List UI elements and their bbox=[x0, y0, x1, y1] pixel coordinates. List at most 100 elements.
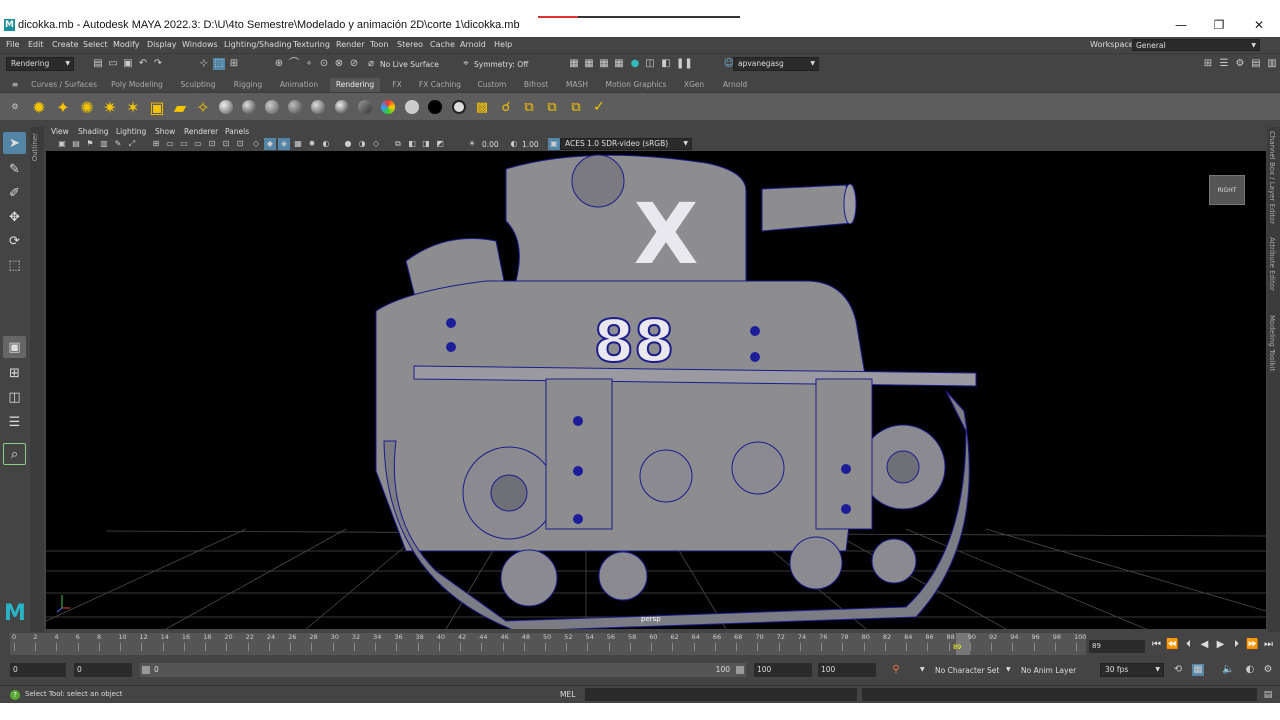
anim-prefs-icon[interactable]: ◐ bbox=[1244, 664, 1256, 676]
paint-select-tool-icon[interactable]: ✐ bbox=[3, 182, 26, 204]
menu-arnold[interactable]: Arnold bbox=[460, 40, 486, 49]
directional-light-icon[interactable]: ✦ bbox=[54, 98, 72, 117]
range-end-handle[interactable] bbox=[736, 666, 744, 674]
viewcube[interactable]: RIGHT bbox=[1209, 175, 1245, 205]
render-sequence-icon[interactable]: ▦ bbox=[583, 58, 595, 70]
render-view-icon[interactable]: ◫ bbox=[644, 58, 656, 70]
tab-mash[interactable]: MASH bbox=[560, 78, 594, 92]
command-language-label[interactable]: MEL bbox=[560, 690, 575, 699]
grid-toggle-icon[interactable]: ⊞ bbox=[150, 138, 162, 150]
tab-custom[interactable]: Custom bbox=[472, 78, 512, 92]
wireframe-icon[interactable]: ◇ bbox=[250, 138, 262, 150]
lasso-tool-icon[interactable]: ✎ bbox=[3, 158, 26, 180]
textured-icon[interactable]: ▦ bbox=[292, 138, 304, 150]
render-layer-icon[interactable]: ⧉ bbox=[520, 98, 538, 116]
safe-action-icon[interactable]: ⊡ bbox=[220, 138, 232, 150]
field-chart-icon[interactable]: ⊡ bbox=[206, 138, 218, 150]
gamma-icon[interactable]: ◐ bbox=[508, 138, 520, 150]
maximize-button[interactable]: ❐ bbox=[1209, 17, 1229, 33]
resolution-gate-icon[interactable]: ▭ bbox=[178, 138, 190, 150]
panel-menu-panels[interactable]: Panels bbox=[225, 127, 249, 136]
user-account-dropdown[interactable]: apvanegasg ▼ bbox=[733, 57, 819, 71]
four-view-layout-icon[interactable]: ⊞ bbox=[3, 362, 26, 384]
select-tool-icon[interactable]: ➤ bbox=[3, 132, 26, 154]
exposure-value[interactable]: 0.00 bbox=[482, 140, 499, 149]
symmetry-icon[interactable]: ⌖ bbox=[460, 58, 472, 70]
camera-aim-icon[interactable]: ▰ bbox=[171, 98, 189, 117]
tab-poly-modeling[interactable]: Poly Modeling bbox=[106, 78, 168, 92]
bookmarks-icon[interactable]: ⚑ bbox=[84, 138, 96, 150]
pause-icon[interactable]: ❚❚ bbox=[676, 58, 693, 70]
attribute-editor-icon[interactable]: ☰ bbox=[1218, 58, 1230, 70]
move-tool-icon[interactable]: ✥ bbox=[3, 206, 26, 228]
shadows-icon[interactable]: ◐ bbox=[320, 138, 332, 150]
playback-end-field[interactable]: 100 bbox=[754, 663, 812, 677]
select-component-icon[interactable]: ⊞ bbox=[228, 58, 240, 70]
menu-lighting-shading[interactable]: Lighting/Shading bbox=[224, 40, 292, 49]
snap-live-icon[interactable]: ⊘ bbox=[348, 58, 360, 70]
panel-menu-view[interactable]: View bbox=[51, 127, 69, 136]
outliner-collapsed-tab[interactable]: Outliner bbox=[30, 127, 44, 632]
live-surface-label[interactable]: No Live Surface bbox=[380, 60, 439, 69]
panel-menu-renderer[interactable]: Renderer bbox=[184, 127, 218, 136]
auto-key-icon[interactable]: ⚲ bbox=[890, 664, 902, 676]
2d-pan-zoom-icon[interactable]: ⤢ bbox=[126, 138, 138, 150]
snap-point-icon[interactable]: ∘ bbox=[303, 58, 315, 70]
cached-playback-icon[interactable]: ▦ bbox=[1192, 664, 1204, 676]
smooth-shade-icon[interactable]: ◆ bbox=[264, 138, 276, 150]
end-time-field[interactable]: 100 bbox=[818, 663, 876, 677]
xray-joints-icon[interactable]: ◨ bbox=[420, 138, 432, 150]
menu-modify[interactable]: Modify bbox=[113, 40, 140, 49]
black-material-icon[interactable] bbox=[426, 98, 444, 116]
modeling-toolkit-icon[interactable]: ⊞ bbox=[1202, 58, 1214, 70]
select-hierarchy-icon[interactable]: ⊹ bbox=[198, 58, 210, 70]
time-slider[interactable]: 0 2 4 6 8 10 12 14 16 18 20 22 24 26 28 30 32 34 36 38 40 42 4… bbox=[10, 633, 1086, 655]
search-icon[interactable]: ⌕ bbox=[3, 443, 26, 465]
safe-title-icon[interactable]: ⊡ bbox=[234, 138, 246, 150]
close-button[interactable]: ✕ bbox=[1249, 17, 1269, 33]
character-set-chevron-icon[interactable]: ▼ bbox=[920, 666, 925, 673]
shelf-menu-icon[interactable]: ≡ bbox=[9, 79, 21, 91]
exposure-icon[interactable]: ☀ bbox=[466, 138, 478, 150]
modeling-toolkit-tab[interactable]: Modeling Toolkit bbox=[1268, 315, 1276, 371]
menu-render[interactable]: Render bbox=[336, 40, 364, 49]
tab-xgen[interactable]: XGen bbox=[678, 78, 710, 92]
camera-icon[interactable]: ✧ bbox=[194, 98, 212, 117]
play-backwards-icon[interactable]: ◀ bbox=[1198, 637, 1211, 653]
gate-mask-icon[interactable]: ▭ bbox=[192, 138, 204, 150]
redo-icon[interactable]: ↷ bbox=[152, 58, 164, 70]
point-light-icon[interactable]: ✺ bbox=[78, 98, 96, 117]
range-start-handle[interactable] bbox=[142, 666, 150, 674]
symmetry-label[interactable]: Symmetry: Off bbox=[474, 60, 528, 69]
channel-box-tab[interactable]: Channel Box / Layer Editor bbox=[1268, 131, 1276, 224]
save-scene-icon[interactable]: ▣ bbox=[122, 58, 134, 70]
arnold-light-icon[interactable]: ☌ bbox=[497, 98, 515, 116]
snap-curve-icon[interactable]: ⌒ bbox=[288, 58, 300, 70]
live-surface-icon[interactable]: ⌀ bbox=[365, 58, 377, 70]
menu-windows[interactable]: Windows bbox=[182, 40, 218, 49]
menu-file[interactable]: File bbox=[6, 40, 19, 49]
menu-stereo[interactable]: Stereo bbox=[397, 40, 423, 49]
menu-select[interactable]: Select bbox=[83, 40, 108, 49]
sound-icon[interactable]: 🔈 bbox=[1222, 664, 1234, 676]
white-material-icon[interactable] bbox=[403, 98, 421, 116]
menu-help[interactable]: Help bbox=[494, 40, 512, 49]
attribute-editor-tab[interactable]: Attribute Editor bbox=[1268, 237, 1276, 291]
render-frame-icon[interactable]: ▦ bbox=[568, 58, 580, 70]
physical-sky-icon[interactable]: ⧉ bbox=[567, 98, 585, 116]
go-to-end-icon[interactable]: ⏭ bbox=[1262, 637, 1275, 653]
anim-layer-label[interactable]: No Anim Layer bbox=[1021, 666, 1076, 675]
step-back-key-icon[interactable]: ⏪ bbox=[1166, 637, 1179, 653]
image-plane-icon[interactable]: ▥ bbox=[98, 138, 110, 150]
menu-texturing[interactable]: Texturing bbox=[293, 40, 330, 49]
render-pass-icon[interactable]: ⧉ bbox=[543, 98, 561, 116]
single-view-layout-icon[interactable]: ▣ bbox=[3, 336, 26, 358]
shading-ball-icon[interactable] bbox=[450, 98, 468, 116]
select-object-icon[interactable]: ⬚ bbox=[213, 58, 225, 70]
view-transform-dropdown[interactable]: ACES 1.0 SDR-video (sRGB) ▼ bbox=[560, 138, 692, 150]
motion-blur-icon[interactable]: ◑ bbox=[356, 138, 368, 150]
play-forwards-icon[interactable]: ▶ bbox=[1214, 637, 1227, 653]
wireframe-on-shaded-icon[interactable]: ◈ bbox=[278, 138, 290, 150]
snap-view-icon[interactable]: ⊗ bbox=[333, 58, 345, 70]
render-settings-icon[interactable]: ▦ bbox=[613, 58, 625, 70]
